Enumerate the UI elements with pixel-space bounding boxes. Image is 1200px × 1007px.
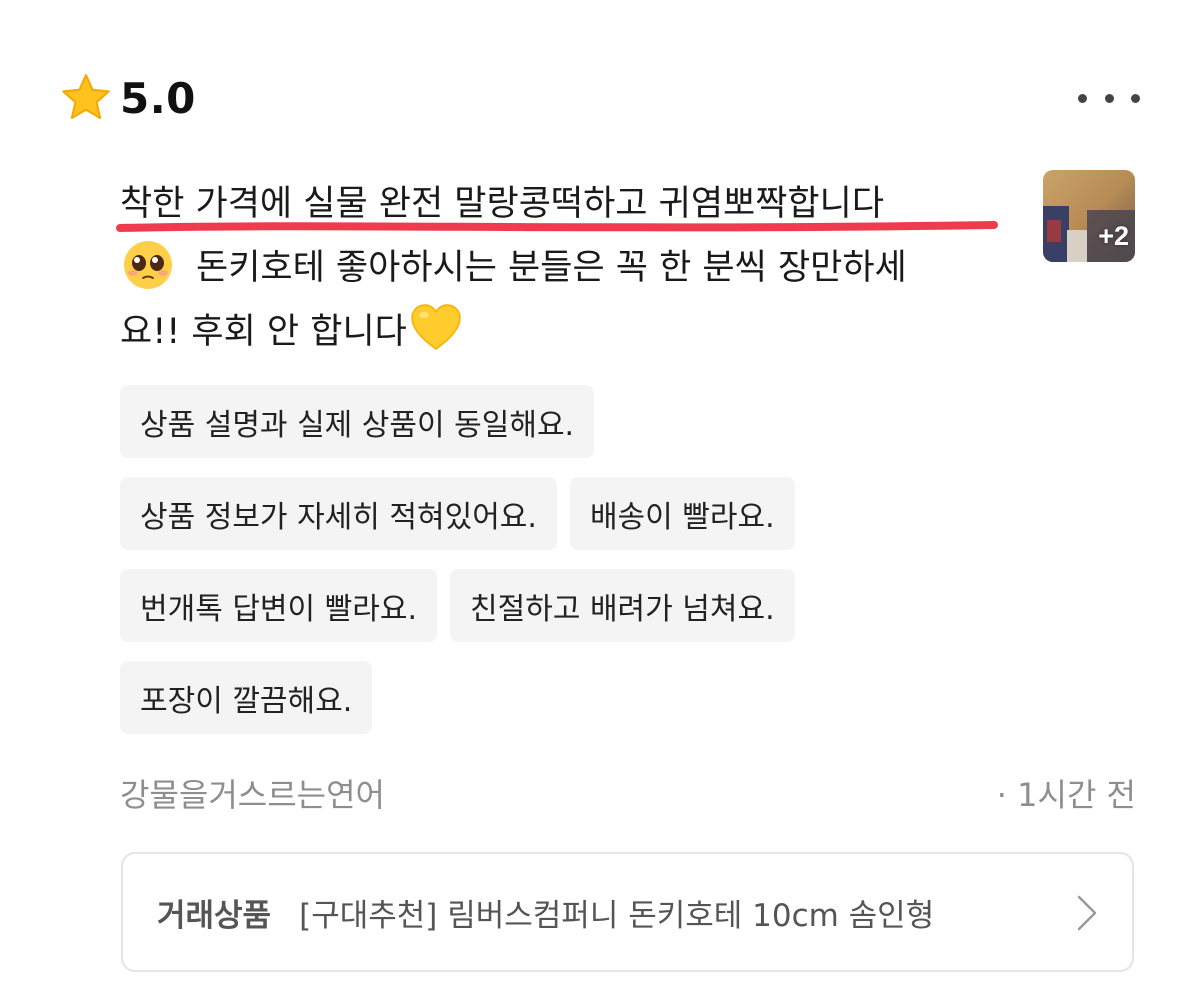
traded-product-link[interactable]: 거래상품 [구대추천] 림버스컴퍼니 돈키호테 10cm 솜인형 [121, 852, 1134, 972]
chevron-right-icon [1077, 895, 1097, 931]
yellow-heart-emoji-icon [411, 304, 461, 350]
review-tag: 친절하고 배려가 넘쳐요. [450, 569, 795, 642]
review-tag: 번개톡 답변이 빨라요. [120, 569, 438, 642]
reviewer-name[interactable]: 강물을거스르는연어 [120, 770, 385, 816]
star-icon [62, 74, 110, 119]
review-tag: 배송이 빨라요. [569, 477, 795, 550]
review-text: 착한 가격에 실물 완전 말랑콩떡하고 귀염뽀짝합니다 돈키호테 좋아하시는 분… [116, 172, 1020, 364]
more-horizontal-icon [1104, 93, 1114, 103]
more-horizontal-icon [1078, 93, 1087, 103]
tag-row: 번개톡 답변이 빨라요. 친절하고 배려가 넘쳐요. [120, 569, 1000, 642]
more-options-button[interactable] [1078, 86, 1140, 110]
review-tag: 상품 정보가 자세히 적혀있어요. [120, 477, 557, 550]
photo-extra-count: +2 [1098, 221, 1129, 251]
rating-row: 5.0 [60, 72, 196, 124]
review-tags: 상품 설명과 실제 상품이 동일해요. 상품 정보가 자세히 적혀있어요. 배송… [120, 385, 1000, 753]
tag-row: 상품 정보가 자세히 적혀있어요. 배송이 빨라요. [120, 477, 1000, 550]
review-timestamp: · 1시간 전 [996, 776, 1136, 814]
review-photo-thumbnail[interactable]: +2 [1043, 170, 1135, 262]
trade-label: 거래상품 [157, 897, 272, 934]
tag-row: 포장이 깔끔해요. [120, 661, 1000, 734]
trade-product-name: [구대추천] 림버스컴퍼니 돈키호테 10cm 솜인형 [299, 897, 935, 934]
pleading-face-emoji-icon [124, 241, 172, 289]
review-meta: 강물을거스르는연어 · 1시간 전 [120, 770, 1136, 816]
review-line-2: 돈키호테 좋아하시는 분들은 꼭 한 분씩 장만하세 [120, 236, 1020, 300]
review-tag: 포장이 깔끔해요. [120, 661, 373, 734]
review-line-3: 요!! 후회 안 합니다 [120, 300, 1020, 364]
rating-value: 5.0 [120, 73, 196, 123]
more-horizontal-icon [1131, 93, 1140, 103]
review-tag: 상품 설명과 실제 상품이 동일해요. [120, 385, 595, 458]
review-line-1: 착한 가격에 실물 완전 말랑콩떡하고 귀염뽀짝합니다 [116, 172, 1020, 236]
tag-row: 상품 설명과 실제 상품이 동일해요. [120, 385, 1000, 458]
